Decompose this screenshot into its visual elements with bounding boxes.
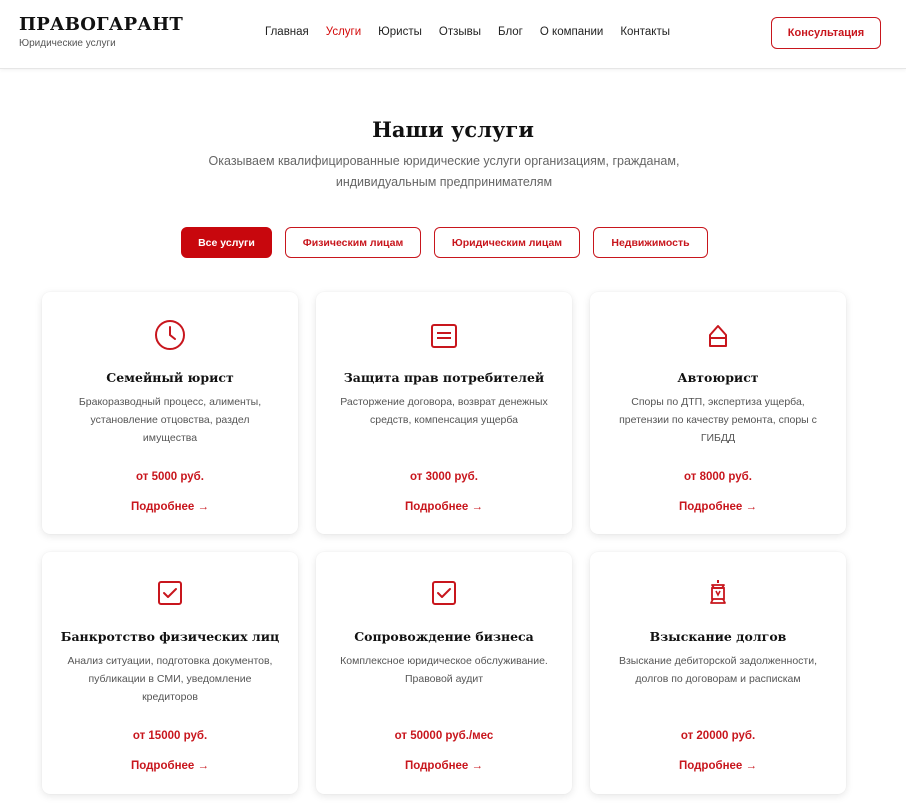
details-link[interactable]: Подробнее → <box>590 501 846 513</box>
clock-icon <box>42 319 298 351</box>
nav-item-contacts[interactable]: Контакты <box>620 25 670 39</box>
lantern-icon <box>590 578 846 606</box>
service-card-business[interactable]: Сопровождение бизнеса Комплексное юридич… <box>316 552 572 794</box>
checkbox-icon <box>316 580 572 606</box>
details-link[interactable]: Подробнее → <box>316 501 572 513</box>
consultation-button[interactable]: Консультация <box>771 17 881 49</box>
filter-legal-entities[interactable]: Юридическим лицам <box>434 227 580 258</box>
card-price: от 3000 руб. <box>410 471 478 483</box>
card-description: Споры по ДТП, экспертиза ущерба, претенз… <box>619 396 817 444</box>
card-title: Защита прав потребителей <box>343 370 545 385</box>
document-icon <box>316 323 572 349</box>
logo-subtitle: Юридические услуги <box>19 38 116 49</box>
details-link[interactable]: Подробнее → <box>42 501 298 513</box>
details-link[interactable]: Подробнее → <box>590 760 846 772</box>
service-card-family[interactable]: Семейный юрист Бракоразводный процесс, а… <box>42 292 298 534</box>
nav-item-lawyers[interactable]: Юристы <box>378 25 422 39</box>
service-filters: Все услуги Физическим лицам Юридическим … <box>181 227 721 258</box>
card-price: от 50000 руб./мес <box>394 730 494 742</box>
card-title: Автоюрист <box>677 370 759 385</box>
filter-all[interactable]: Все услуги <box>181 227 272 258</box>
main-nav: Главная Услуги Юристы Отзывы Блог О комп… <box>265 25 687 39</box>
card-description: Комплексное юридическое обслуживание. Пр… <box>340 655 548 685</box>
card-price: от 5000 руб. <box>136 471 204 483</box>
nav-item-reviews[interactable]: Отзывы <box>439 25 481 39</box>
card-description: Бракоразводный процесс, алименты, устано… <box>78 396 262 444</box>
page-title: Наши услуги <box>372 117 534 142</box>
card-price: от 15000 руб. <box>132 730 208 742</box>
filter-individuals[interactable]: Физическим лицам <box>285 227 421 258</box>
card-title: Взыскание долгов <box>649 629 787 644</box>
service-card-consumer[interactable]: Защита прав потребителей Расторжение дог… <box>316 292 572 534</box>
card-title: Семейный юрист <box>106 370 234 385</box>
filter-real-estate[interactable]: Недвижимость <box>593 227 708 258</box>
card-description: Анализ ситуации, подготовка документов, … <box>67 655 273 703</box>
nav-item-about[interactable]: О компании <box>540 25 603 39</box>
checkbox-icon <box>42 580 298 606</box>
house-icon <box>590 324 846 348</box>
details-link[interactable]: Подробнее → <box>316 760 572 772</box>
nav-item-blog[interactable]: Блог <box>498 25 523 39</box>
nav-item-services[interactable]: Услуги <box>326 25 361 39</box>
site-header: ПРАВОГАРАНТ Юридические услуги Главная У… <box>0 0 906 69</box>
nav-item-home[interactable]: Главная <box>265 25 309 39</box>
service-card-bankruptcy[interactable]: Банкротство физических лиц Анализ ситуац… <box>42 552 298 794</box>
card-price: от 8000 руб. <box>684 471 752 483</box>
service-card-auto[interactable]: Автоюрист Споры по ДТП, экспертиза ущерб… <box>590 292 846 534</box>
card-price: от 20000 руб. <box>680 730 756 742</box>
logo[interactable]: ПРАВОГАРАНТ Юридические услуги <box>19 15 183 50</box>
page-subtitle: Оказываем квалифицированные юридические … <box>208 154 680 189</box>
card-description: Взыскание дебиторской задолженности, дол… <box>618 655 818 685</box>
logo-title: ПРАВОГАРАНТ <box>19 14 183 35</box>
card-description: Расторжение договора, возврат денежных с… <box>340 396 548 426</box>
card-title: Сопровождение бизнеса <box>354 629 534 644</box>
details-link[interactable]: Подробнее → <box>42 760 298 772</box>
card-title: Банкротство физических лиц <box>60 629 280 644</box>
service-card-debts[interactable]: Взыскание долгов Взыскание дебиторской з… <box>590 552 846 794</box>
